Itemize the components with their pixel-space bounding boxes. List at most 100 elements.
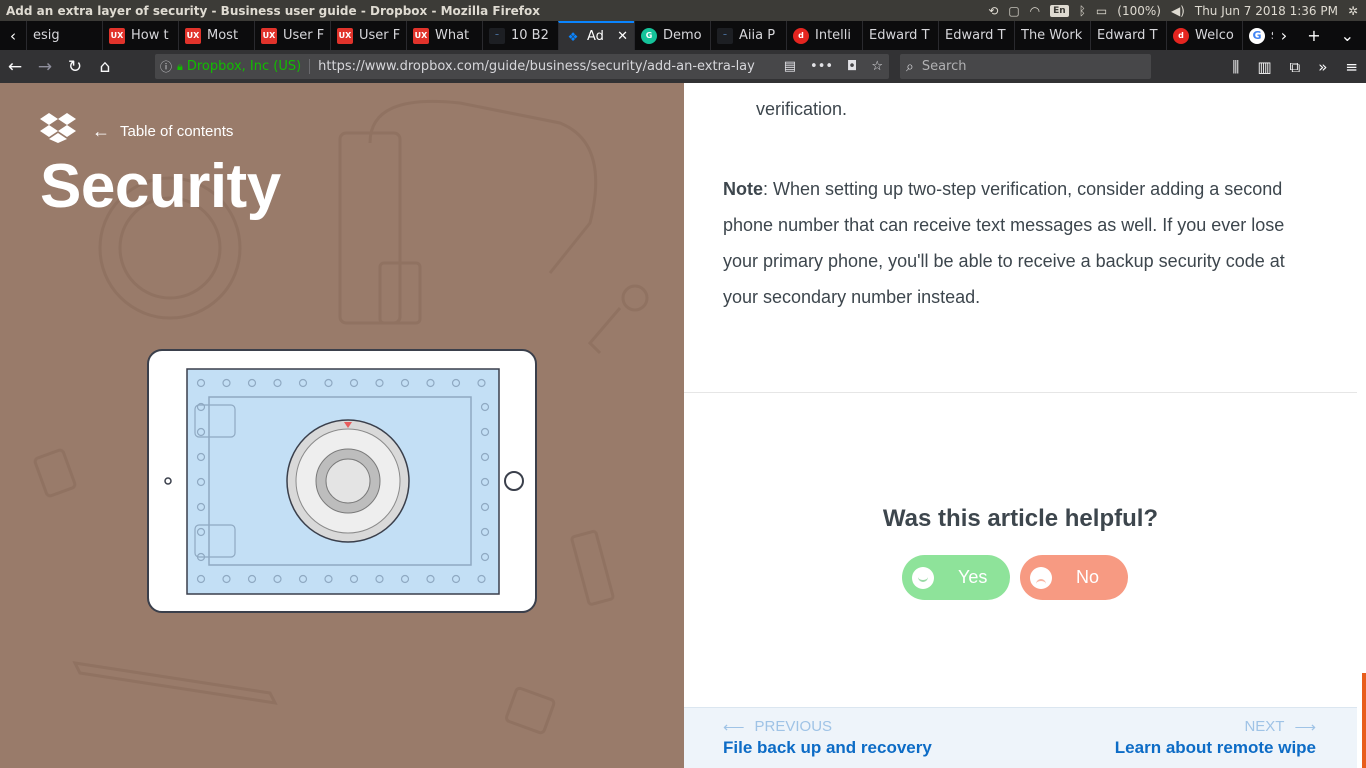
back-icon[interactable]: ← bbox=[0, 50, 30, 83]
next-article-link[interactable]: Learn about remote wipe bbox=[1115, 738, 1316, 758]
tab[interactable]: esig bbox=[26, 21, 102, 50]
tab-strip: ‹ esig UX How t UX Most UX User F UX User F UX Wha… bbox=[0, 21, 1366, 50]
frown-face-icon bbox=[1030, 566, 1052, 589]
tab[interactable]: UX What bbox=[406, 21, 482, 50]
new-tab-icon[interactable]: + bbox=[1307, 26, 1320, 45]
battery-percent: (100%) bbox=[1117, 3, 1161, 18]
tab[interactable]: UX How t bbox=[102, 21, 178, 50]
tab-label: How t bbox=[131, 28, 169, 43]
arrow-right-icon: ⟶ bbox=[1294, 719, 1316, 736]
library-icon[interactable]: ⫼ bbox=[1232, 58, 1239, 76]
tab-label: Ad bbox=[587, 29, 604, 44]
tab[interactable]: d Intelli bbox=[786, 21, 862, 50]
previous-article-link[interactable]: File back up and recovery bbox=[723, 738, 932, 758]
reload-icon[interactable]: ↻ bbox=[60, 50, 90, 83]
close-tab-icon[interactable]: ✕ bbox=[617, 29, 628, 44]
tab-label: Intelli bbox=[815, 28, 852, 43]
tab-label: User F bbox=[359, 28, 400, 43]
url-actions: ▤ ••• ◘ ☆ bbox=[784, 54, 883, 79]
window-icon[interactable]: ▢ bbox=[1008, 4, 1019, 18]
page-actions-icon[interactable]: ••• bbox=[810, 59, 833, 74]
favicon-ux-icon: UX bbox=[413, 27, 429, 44]
window-title: Add an extra layer of security - Busines… bbox=[6, 3, 540, 18]
system-tray: ⟲ ▢ ◠ En ᛒ ▭ (100%) ◀) Thu Jun 7 2018 1:… bbox=[988, 0, 1366, 21]
dropbox-logo-icon[interactable] bbox=[40, 113, 76, 143]
favicon-red-icon: d bbox=[1173, 27, 1189, 44]
search-input[interactable]: ⌕ Search bbox=[900, 54, 1151, 79]
menu-icon[interactable]: ≡ bbox=[1345, 58, 1358, 76]
scrollbar-thumb[interactable] bbox=[1362, 673, 1366, 768]
tab-label: 10 B2 bbox=[511, 28, 549, 43]
no-label: No bbox=[1076, 567, 1100, 587]
sidebar-icon[interactable]: ▥ bbox=[1257, 58, 1271, 76]
tab-label: esig bbox=[33, 28, 60, 43]
yes-button[interactable]: Yes bbox=[902, 555, 1010, 600]
bookmark-star-icon[interactable]: ☆ bbox=[871, 59, 883, 74]
tab-strip-actions: › + ⌄ bbox=[1272, 21, 1366, 50]
tab-list-icon[interactable]: ⌄ bbox=[1341, 26, 1354, 45]
next-caption[interactable]: NEXT ⟶ bbox=[1244, 718, 1316, 736]
scrollbar[interactable] bbox=[1357, 83, 1366, 768]
favicon-ux-icon: UX bbox=[185, 27, 201, 44]
lock-icon[interactable]: 🔒︎ bbox=[177, 60, 183, 74]
tab[interactable]: The Work bbox=[1014, 21, 1090, 50]
tab-active[interactable]: ❖ Ad ✕ bbox=[558, 21, 634, 50]
pocket-icon[interactable]: ◘ bbox=[847, 59, 857, 74]
article-note: Note: When setting up two-step verificat… bbox=[723, 171, 1323, 315]
favicon-dark-icon: ⁻ bbox=[489, 27, 505, 44]
tab-label: Welco bbox=[1195, 28, 1234, 43]
url-text[interactable]: https://www.dropbox.com/guide/business/s… bbox=[310, 59, 755, 74]
table-of-contents-link[interactable]: ← Table of contents bbox=[92, 121, 233, 142]
overflow-icon[interactable]: » bbox=[1318, 58, 1327, 76]
tab-label: Edward T bbox=[945, 28, 1006, 43]
feedback-section: Was this article helpful? Yes No bbox=[684, 393, 1357, 707]
tab[interactable]: Edward T bbox=[862, 21, 938, 50]
previous-caption-label: PREVIOUS bbox=[754, 718, 833, 735]
previous-caption[interactable]: ⟵ PREVIOUS bbox=[723, 718, 832, 736]
tab[interactable]: UX User F bbox=[330, 21, 406, 50]
no-button[interactable]: No bbox=[1020, 555, 1128, 600]
screenshot-icon[interactable]: ⧉ bbox=[1290, 58, 1301, 76]
tab[interactable]: ⁻ Aiia P bbox=[710, 21, 786, 50]
home-icon[interactable]: ⌂ bbox=[90, 50, 120, 83]
url-bar[interactable]: ⓘ 🔒︎ Dropbox, Inc (US) https://www.dropb… bbox=[155, 54, 889, 79]
tab-scroll-right-icon[interactable]: › bbox=[1281, 26, 1287, 45]
tab-label: Edward T bbox=[869, 28, 930, 43]
forward-icon[interactable]: → bbox=[30, 50, 60, 83]
article-text-fragment: verification. bbox=[756, 99, 848, 119]
settings-gear-icon[interactable]: ✲ bbox=[1348, 4, 1358, 18]
reader-view-icon[interactable]: ▤ bbox=[784, 59, 796, 74]
favicon-google-icon: G bbox=[1249, 27, 1265, 44]
wifi-icon[interactable]: ◠ bbox=[1030, 4, 1040, 18]
battery-icon[interactable]: ▭ bbox=[1096, 4, 1107, 18]
sync-icon[interactable]: ⟲ bbox=[988, 4, 998, 18]
hero-panel: ← Table of contents Security bbox=[0, 83, 684, 768]
tab-label: Most bbox=[207, 28, 239, 43]
favicon-ux-icon: UX bbox=[337, 27, 353, 44]
favicon-red-icon: d bbox=[793, 27, 809, 44]
certificate-org[interactable]: Dropbox, Inc (US) bbox=[187, 59, 311, 74]
tab[interactable]: Edward T bbox=[1090, 21, 1166, 50]
tab[interactable]: UX Most bbox=[178, 21, 254, 50]
tab[interactable]: d Welco bbox=[1166, 21, 1242, 50]
tab-scroll-left-icon[interactable]: ‹ bbox=[0, 21, 26, 50]
tab-label: The Work bbox=[1021, 28, 1083, 43]
site-info-icon[interactable]: ⓘ bbox=[155, 58, 177, 75]
tab[interactable]: UX User F bbox=[254, 21, 330, 50]
tab[interactable]: Edward T bbox=[938, 21, 1014, 50]
toc-label: Table of contents bbox=[120, 123, 234, 140]
arrow-left-icon: ← bbox=[92, 121, 110, 141]
bluetooth-icon[interactable]: ᛒ bbox=[1079, 4, 1086, 18]
favicon-dropbox-icon: ❖ bbox=[567, 29, 579, 44]
clock[interactable]: Thu Jun 7 2018 1:36 PM bbox=[1195, 4, 1338, 18]
arrow-left-icon: ⟵ bbox=[723, 719, 745, 736]
tab[interactable]: ⁻ 10 B2 bbox=[482, 21, 558, 50]
article-pager: ⟵ PREVIOUS File back up and recovery NEX… bbox=[684, 707, 1357, 768]
os-top-bar: Add an extra layer of security - Busines… bbox=[0, 0, 1366, 21]
tab-label: Edward T bbox=[1097, 28, 1158, 43]
toolbar-right: ⫼ ▥ ⧉ » ≡ bbox=[1232, 50, 1358, 83]
volume-icon[interactable]: ◀) bbox=[1171, 4, 1185, 18]
keyboard-language[interactable]: En bbox=[1050, 4, 1069, 17]
next-caption-label: NEXT bbox=[1244, 718, 1285, 735]
tab[interactable]: G Demo bbox=[634, 21, 710, 50]
